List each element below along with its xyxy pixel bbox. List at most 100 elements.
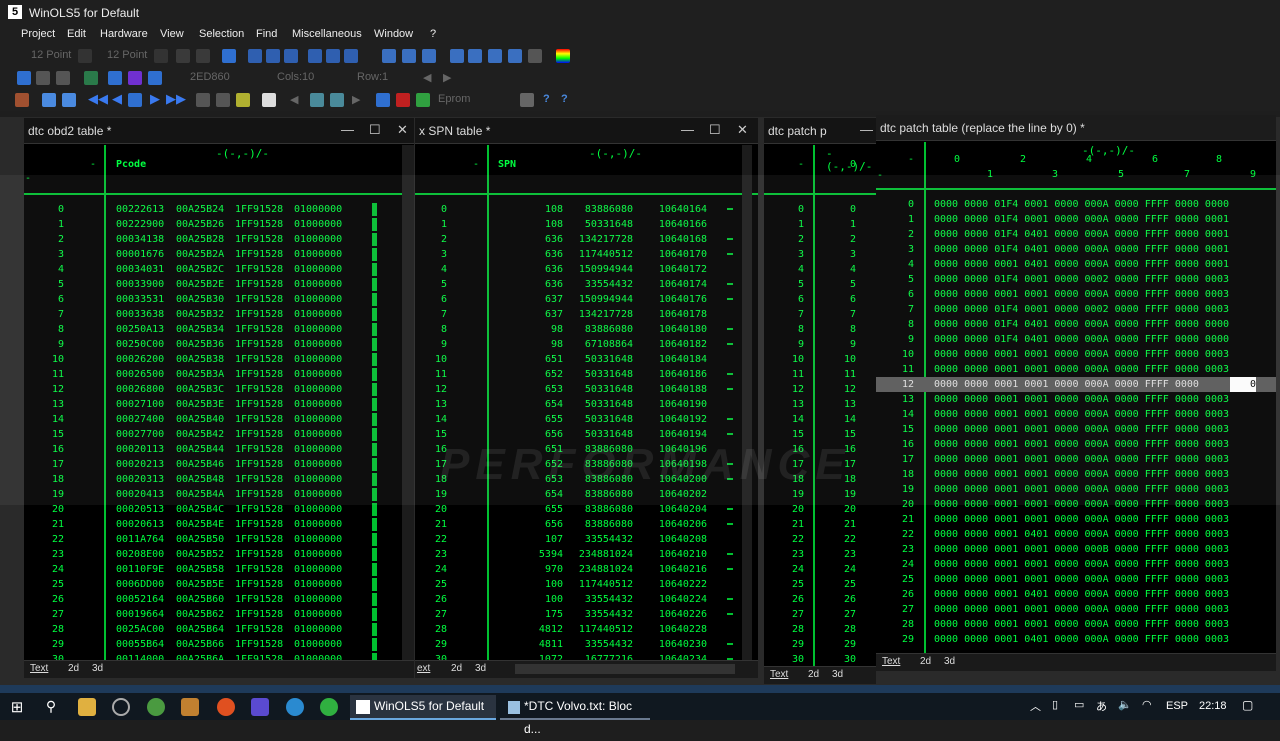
cell-value[interactable]: 23	[824, 547, 856, 562]
table-row[interactable]: 10 10	[764, 352, 876, 367]
cell-value[interactable]: 00033531	[116, 292, 164, 307]
table-row[interactable]: 27 00019664 00A25B62 1FF91528 01000000	[24, 607, 414, 622]
cell-value[interactable]: 134217728	[575, 232, 633, 247]
cell-value[interactable]: 9	[824, 337, 856, 352]
sign-icon[interactable]	[488, 49, 502, 63]
cell-value[interactable]: 00026200	[116, 352, 164, 367]
spin-icon[interactable]	[154, 49, 168, 63]
table-row[interactable]: 27 27	[764, 607, 876, 622]
cell-value[interactable]: 175	[505, 607, 563, 622]
cell-value[interactable]: 00A25B66	[176, 637, 224, 652]
32bit-icon[interactable]	[284, 49, 298, 63]
table-row[interactable]: 14 14	[764, 412, 876, 427]
float-icon[interactable]	[344, 49, 358, 63]
table-row[interactable]: 2 636 134217728 10640168	[415, 232, 758, 247]
menu-hardware[interactable]: Hardware	[100, 28, 148, 40]
tab-2d[interactable]: 2d	[808, 669, 819, 680]
language-bar-icon[interactable]: あ	[1096, 698, 1114, 716]
cell-value[interactable]: 50331648	[575, 382, 633, 397]
grid-icon[interactable]	[36, 71, 50, 85]
cell-values[interactable]: 0000 0000 0001 0001 0000 000A 0000 FFFF …	[934, 497, 1229, 512]
cell-value[interactable]: 10640190	[647, 397, 707, 412]
cell-value[interactable]: 00250A13	[116, 322, 164, 337]
table-row[interactable]: 30 30	[764, 652, 876, 666]
cloud-up-icon[interactable]	[330, 93, 344, 107]
cell-value[interactable]: 10640182	[647, 337, 707, 352]
cell-value[interactable]: 636	[505, 262, 563, 277]
cell-value[interactable]: 10640210	[647, 547, 707, 562]
table-row[interactable]: 11 652 50331648 10640186	[415, 367, 758, 382]
cell-value[interactable]: 10640230	[647, 637, 707, 652]
table-row[interactable]: 8 00250A13 00A25B34 1FF91528 01000000	[24, 322, 414, 337]
table-row[interactable]: 18 0000 0000 0001 0001 0000 000A 0000 FFF…	[876, 467, 1276, 482]
cell-value[interactable]: 01000000	[294, 232, 342, 247]
cell-value[interactable]: 4	[824, 262, 856, 277]
table-row[interactable]: 21 21	[764, 517, 876, 532]
table-row[interactable]: 9 0000 0000 01F4 0401 0000 000A 0000 FFFF…	[876, 332, 1276, 347]
window-dtc-patch-partial[interactable]: dtc patch p — -(-,-)/- - 0 0011223344556…	[764, 118, 876, 684]
cell-value[interactable]: 100	[505, 577, 563, 592]
cell-value[interactable]: 00034138	[116, 232, 164, 247]
cell-value[interactable]: 134217728	[575, 307, 633, 322]
cell-value[interactable]: 50331648	[575, 397, 633, 412]
tab-3d[interactable]: 3d	[944, 656, 955, 667]
cell-value[interactable]: 01000000	[294, 457, 342, 472]
cell-value[interactable]: 01000000	[294, 622, 342, 637]
cell-values[interactable]: 0000 0000 0001 0001 0000 000A 0000 FFFF …	[934, 467, 1229, 482]
cell-value[interactable]: 01000000	[294, 397, 342, 412]
cell-values[interactable]: 0000 0000 0001 0001 0000 000A 0000 FFFF …	[934, 617, 1229, 632]
table-row[interactable]: 29 00055B64 00A25B66 1FF91528 01000000	[24, 637, 414, 652]
hilo-icon[interactable]	[308, 49, 322, 63]
cell-value[interactable]: 00A25B52	[176, 547, 224, 562]
menu-miscellaneous[interactable]: Miscellaneous	[292, 28, 362, 40]
table-row[interactable]: 28 4812 117440512 10640228	[415, 622, 758, 637]
cell-value[interactable]: 00033900	[116, 277, 164, 292]
window-cascade-icon[interactable]	[376, 93, 390, 107]
cell-value[interactable]: 108	[505, 217, 563, 232]
table-row[interactable]: 12 653 50331648 10640188	[415, 382, 758, 397]
cell-values[interactable]: 0000 0000 0001 0401 0000 000A 0000 FFFF …	[934, 257, 1229, 272]
cell-value[interactable]: 01000000	[294, 367, 342, 382]
2d-mode-icon[interactable]	[128, 71, 142, 85]
cell-value[interactable]: 83886080	[575, 322, 633, 337]
cell-value[interactable]: 00222613	[116, 202, 164, 217]
cell-value[interactable]: 1FF91528	[235, 442, 283, 457]
tab-3d[interactable]: 3d	[92, 663, 103, 674]
table-row[interactable]: 7 0000 0000 01F4 0001 0000 0002 0000 FFFF…	[876, 302, 1276, 317]
table-row[interactable]: 16 00020113 00A25B44 1FF91528 01000000	[24, 442, 414, 457]
cell-value[interactable]: 01000000	[294, 607, 342, 622]
cell-value[interactable]: 636	[505, 277, 563, 292]
table-row[interactable]: 88	[764, 322, 876, 337]
cell-value[interactable]: 1FF91528	[235, 262, 283, 277]
cell-values[interactable]: 0000 0000 0001 0001 0000 000A 0000 FFFF …	[934, 347, 1229, 362]
8bit-icon[interactable]	[248, 49, 262, 63]
horizontal-scrollbar[interactable]	[515, 664, 735, 674]
last-icon[interactable]: ▶▶	[166, 91, 186, 107]
cell-value[interactable]: 0011A764	[116, 532, 164, 547]
wifi-icon[interactable]: ◠	[1142, 698, 1160, 716]
table-row[interactable]: 7 637 134217728 10640178	[415, 307, 758, 322]
cell-value[interactable]: 1FF91528	[235, 232, 283, 247]
window-dtc-patch-table[interactable]: dtc patch table (replace the line by 0) …	[876, 115, 1276, 671]
3d-view-icon[interactable]	[17, 71, 31, 85]
calc-icon[interactable]	[416, 93, 430, 107]
cell-value[interactable]: 01000000	[294, 487, 342, 502]
cell-values[interactable]: 0000 0000 0001 0001 0000 000A 0000 FFFF …	[934, 512, 1229, 527]
verify-icon[interactable]	[396, 93, 410, 107]
cell-value[interactable]: 00A25B2E	[176, 277, 224, 292]
table-row[interactable]: 2 0000 0000 01F4 0401 0000 000A 0000 FFFF…	[876, 227, 1276, 242]
menu-project[interactable]: Project	[21, 28, 55, 40]
whatsapp-icon[interactable]	[320, 698, 338, 716]
table-row[interactable]: 29 0000 0000 0001 0401 0000 000A 0000 FFF…	[876, 632, 1276, 647]
hex-icon[interactable]	[402, 49, 416, 63]
cell-value[interactable]: 00A25B32	[176, 307, 224, 322]
table-row[interactable]: 55	[764, 277, 876, 292]
table-row[interactable]: 22	[764, 232, 876, 247]
cell-values[interactable]: 0000 0000 01F4 0001 0000 000A 0000 FFFF …	[934, 212, 1229, 227]
table-row[interactable]: 0 00222613 00A25B24 1FF91528 01000000	[24, 202, 414, 217]
menu-selection[interactable]: Selection	[199, 28, 244, 40]
table-row[interactable]: 77	[764, 307, 876, 322]
tab-text[interactable]: Text	[30, 663, 48, 674]
cell-value[interactable]: 01000000	[294, 352, 342, 367]
table-row[interactable]: 14 0000 0000 0001 0001 0000 000A 0000 FFF…	[876, 407, 1276, 422]
